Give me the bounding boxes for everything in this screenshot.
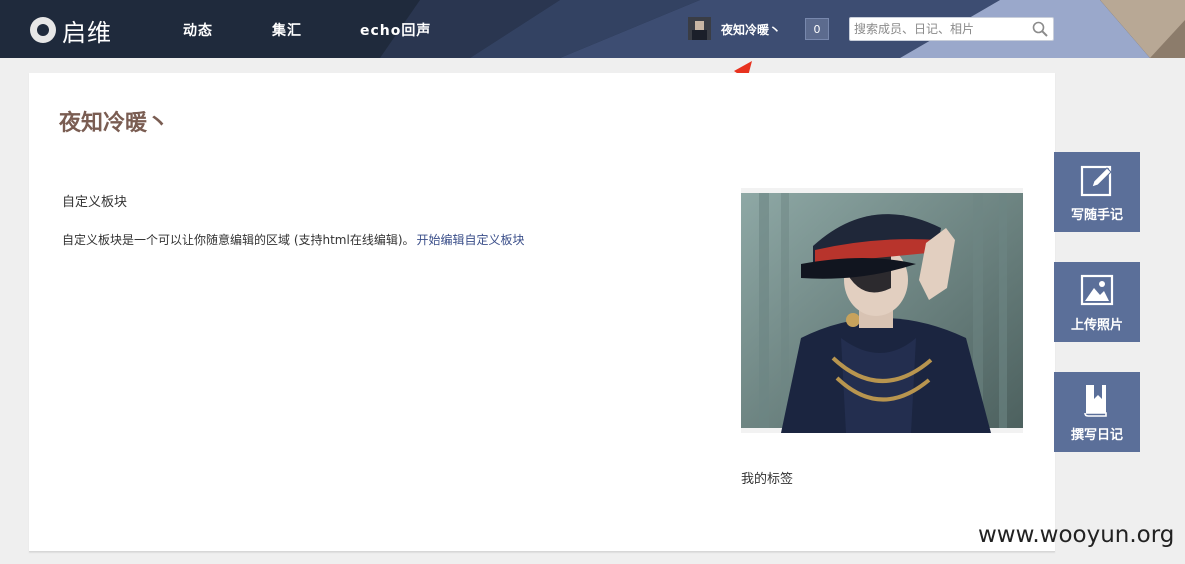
write-diary-button[interactable]: 撰写日记 [1054,372,1140,452]
logo[interactable]: 启维 [30,14,112,47]
nav-link-echo[interactable]: echo回声 [360,20,431,40]
custom-block-description: 自定义板块是一个可以让你随意编辑的区域 (支持html在线编辑)。 开始编辑自定义… [62,231,525,248]
write-note-button[interactable]: 写随手记 [1054,152,1140,232]
watermark-text: www.wooyun.org [978,522,1175,548]
custom-block-text: 自定义板块是一个可以让你随意编辑的区域 (支持html在线编辑)。 [62,233,415,247]
custom-block-heading: 自定义板块 [62,195,128,210]
write-note-label: 写随手记 [1070,208,1123,223]
nav-link-dynamics[interactable]: 动态 [183,20,213,40]
upload-photo-label: 上传照片 [1070,318,1123,333]
search-icon[interactable] [1032,21,1048,37]
write-diary-label: 撰写日记 [1070,428,1123,443]
book-icon [1084,385,1107,417]
upload-photo-button[interactable]: 上传照片 [1054,262,1140,342]
nav-link-collection[interactable]: 集汇 [272,20,302,40]
profile-photo[interactable] [741,188,1023,433]
tags-heading: 我的标签 [741,472,794,487]
logo-text: 启维 [62,18,112,47]
avatar[interactable] [688,17,711,40]
username-link[interactable]: 夜知冷暖丶 [721,21,781,38]
picture-icon [1080,274,1114,306]
top-navigation-bar: 启维 动态 集汇 echo回声 夜知冷暖丶 0 [0,0,1185,58]
search-box [849,17,1054,41]
logo-icon [30,17,56,43]
profile-card: 夜知冷暖丶 自定义板块 自定义板块是一个可以让你随意编辑的区域 (支持html在… [29,73,1055,552]
notification-badge[interactable]: 0 [805,18,829,40]
pencil-note-icon [1080,165,1112,197]
search-input[interactable] [850,18,1028,40]
page-title: 夜知冷暖丶 [59,111,170,136]
edit-custom-block-link[interactable]: 开始编辑自定义板块 [417,233,525,247]
